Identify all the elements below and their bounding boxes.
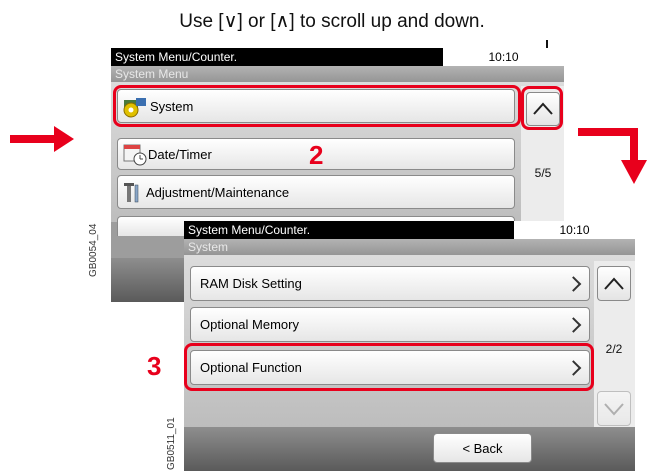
screen2-side-code: GB0511_01 xyxy=(166,417,177,470)
scroll-down-button[interactable] xyxy=(597,391,631,426)
right-arrow-icon xyxy=(10,126,74,152)
screen1-page-indicator: 5/5 xyxy=(534,166,552,180)
menu-item-date-timer-label: Date/Timer xyxy=(148,146,212,162)
tools-icon xyxy=(124,183,139,203)
screen1-time: 10:10 xyxy=(443,48,564,66)
menu-item-ram-disk-setting[interactable]: RAM Disk Setting xyxy=(190,266,590,301)
screen1-subheader: System Menu xyxy=(111,66,564,82)
screen2-page-indicator: 2/2 xyxy=(605,342,623,356)
down-arrow-icon xyxy=(578,128,647,184)
screen2-bottom-bar xyxy=(184,427,635,471)
back-button-label: < Back xyxy=(462,440,503,456)
highlight-scroll-up xyxy=(521,86,563,130)
instruction-caption: Use [∨] or [∧] to scroll up and down. xyxy=(179,11,485,32)
step-3-label: 3 xyxy=(147,351,162,381)
screen1-header-title: System Menu/Counter. xyxy=(111,48,443,66)
chevron-up-icon xyxy=(604,277,624,290)
chevron-right-icon xyxy=(565,275,582,292)
screen2-time: 10:10 xyxy=(514,221,635,239)
screen1-side-code: GB0054_04 xyxy=(88,223,99,277)
highlight-system xyxy=(113,85,521,127)
menu-item-adjustment-maintenance[interactable]: Adjustment/Maintenance xyxy=(117,175,515,209)
menu-item-optional-memory-label: Optional Memory xyxy=(200,317,299,332)
back-button[interactable]: < Back xyxy=(433,433,532,463)
menu-item-ram-disk-setting-label: RAM Disk Setting xyxy=(200,276,302,291)
screen2-subheader: System xyxy=(184,239,635,255)
screen2-header-title: System Menu/Counter. xyxy=(184,221,514,239)
chevron-down-icon xyxy=(604,403,624,416)
step-2-label: 2 xyxy=(309,140,324,170)
calendar-clock-icon xyxy=(123,144,147,166)
menu-item-adjustment-maintenance-label: Adjustment/Maintenance xyxy=(146,184,290,200)
highlight-optional-function xyxy=(184,343,594,391)
chevron-right-icon xyxy=(565,316,582,333)
menu-item-optional-memory[interactable]: Optional Memory xyxy=(190,307,590,342)
scroll-up-button[interactable] xyxy=(597,266,631,301)
